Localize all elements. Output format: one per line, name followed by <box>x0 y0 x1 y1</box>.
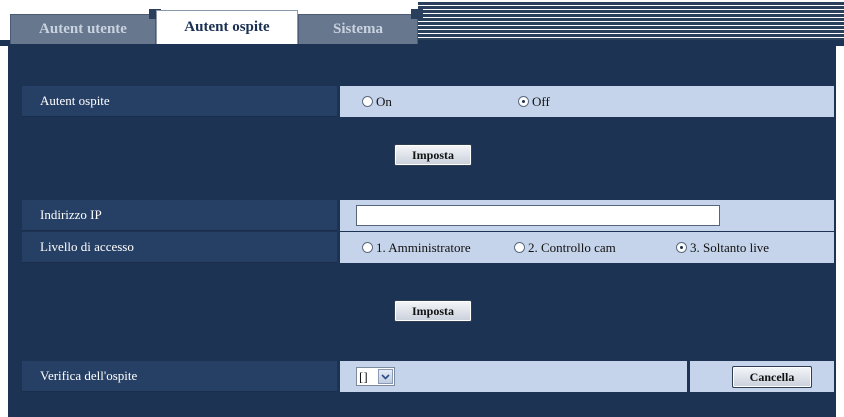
guest-verify-label: Verifica dell'ospite <box>22 361 337 392</box>
set-guest-auth-button[interactable]: Imposta <box>394 144 472 166</box>
guest-verify-select[interactable]: [] <box>356 367 395 386</box>
access-level-label: Livello di accesso <box>22 232 337 263</box>
radio-label: Off <box>532 93 550 109</box>
radio-label: 2. Controllo cam <box>528 239 616 255</box>
ip-address-input[interactable] <box>356 205 720 226</box>
radio-access-admin[interactable]: 1. Amministratore <box>362 240 471 256</box>
radio-access-live-only[interactable]: 3. Soltanto live <box>676 240 769 256</box>
radio-off-icon <box>514 242 525 253</box>
guest-verify-row: Verifica dell'ospite [] Cancella <box>22 361 834 392</box>
tab-bar-stripes <box>418 2 844 44</box>
ip-address-value <box>340 200 834 231</box>
settings-panel: Autent ospite On Off Imposta Indirizzo I… <box>8 46 836 417</box>
access-level-value: 1. Amministratore 2. Controllo cam 3. So… <box>340 232 834 263</box>
radio-guest-off[interactable]: Off <box>518 94 550 110</box>
guest-auth-row: Autent ospite On Off <box>22 86 834 117</box>
guest-auth-label: Autent ospite <box>22 86 337 117</box>
tab-label: Autent ospite <box>184 19 270 35</box>
access-level-row: Livello di accesso 1. Amministratore 2. … <box>22 232 834 263</box>
guest-auth-value: On Off <box>340 86 834 117</box>
tab-label: Autent utente <box>39 21 127 37</box>
tab-autent-utente[interactable]: Autent utente <box>10 9 161 44</box>
tab-notch <box>411 9 423 19</box>
guest-verify-value: [] Cancella <box>340 361 834 392</box>
tab-label: Sistema <box>333 21 383 37</box>
radio-label: On <box>376 93 392 109</box>
tab-sistema[interactable]: Sistema <box>298 9 423 44</box>
radio-off-icon <box>362 96 373 107</box>
radio-access-camera-control[interactable]: 2. Controllo cam <box>514 240 616 256</box>
radio-on-icon <box>676 242 687 253</box>
set-ip-access-button[interactable]: Imposta <box>394 300 472 322</box>
ip-address-row: Indirizzo IP <box>22 200 834 231</box>
radio-off-icon <box>362 242 373 253</box>
select-value: [] <box>359 368 368 384</box>
radio-guest-on[interactable]: On <box>362 94 392 110</box>
radio-label: 1. Amministratore <box>376 239 471 255</box>
row-divider <box>687 361 690 392</box>
cancel-button[interactable]: Cancella <box>732 366 812 388</box>
chevron-down-icon <box>378 369 393 384</box>
tab-bar: Autent utente Autent ospite Sistema <box>0 0 844 46</box>
radio-on-icon <box>518 96 529 107</box>
ip-address-label: Indirizzo IP <box>22 200 337 231</box>
tab-autent-ospite[interactable]: Autent ospite <box>156 10 298 44</box>
radio-label: 3. Soltanto live <box>690 239 770 255</box>
